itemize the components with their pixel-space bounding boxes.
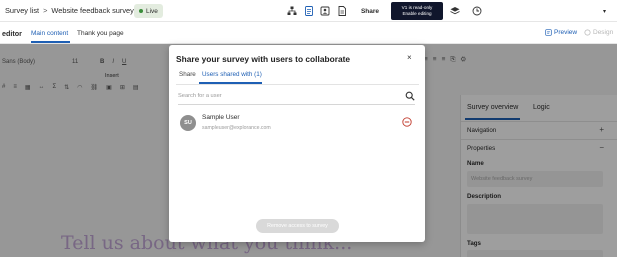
status-badge: Live	[134, 4, 163, 18]
chevron-down-icon[interactable]: ▾	[603, 8, 606, 15]
preview-button[interactable]: Preview	[545, 29, 577, 36]
remove-user-icon[interactable]	[402, 117, 412, 127]
close-icon[interactable]: ×	[407, 53, 412, 62]
design-icon	[584, 29, 591, 36]
design-label: Design	[593, 29, 614, 36]
user-name: Sample User	[202, 114, 240, 121]
status-badge-label: Live	[146, 7, 158, 15]
breadcrumb-survey-name: Website feedback survey	[51, 6, 134, 15]
tab-main-content[interactable]: Main content	[31, 30, 68, 37]
sitemap-icon[interactable]	[286, 5, 298, 17]
share-button[interactable]: Share	[356, 3, 384, 19]
document-alt-icon[interactable]	[336, 5, 348, 17]
preview-icon	[545, 29, 552, 36]
avatar: SU	[180, 115, 196, 131]
live-dot-icon	[139, 9, 143, 13]
people-icon[interactable]	[319, 5, 331, 17]
tab-users-shared-with[interactable]: Users shared with (1)	[202, 71, 262, 78]
share-survey-dialog: Share your survey with users to collabor…	[169, 45, 425, 242]
tab-thank-you-page[interactable]: Thank you page	[77, 30, 124, 37]
breadcrumb: Survey list > Website feedback survey	[5, 6, 134, 15]
remove-access-button[interactable]: Remove access to survey	[256, 219, 339, 233]
history-icon[interactable]	[471, 5, 483, 17]
search-input[interactable]	[178, 91, 388, 99]
editor-tabs-bar: editor Main content Thank you page Previ…	[0, 22, 617, 44]
design-button: Design	[584, 29, 613, 36]
editor-label: editor	[2, 29, 22, 38]
list-item: SU Sample User sampleuser@explorance.com	[178, 111, 416, 135]
top-bar: Survey list > Website feedback survey Live…	[0, 0, 617, 22]
dialog-title: Share your survey with users to collabor…	[176, 54, 351, 64]
document-icon[interactable]	[303, 5, 315, 17]
search-icon[interactable]	[405, 91, 415, 101]
breadcrumb-survey-list[interactable]: Survey list	[5, 6, 39, 15]
preview-label: Preview	[554, 29, 578, 36]
enable-editing-link[interactable]: Enable editing	[402, 11, 431, 17]
active-tab-indicator	[31, 41, 70, 43]
breadcrumb-separator: >	[43, 6, 48, 15]
readonly-notice[interactable]: V1 is read-only Enable editing	[391, 2, 443, 20]
tab-share[interactable]: Share	[179, 71, 196, 78]
user-email: sampleuser@explorance.com	[202, 125, 271, 131]
layers-icon[interactable]	[449, 5, 461, 17]
user-search	[178, 91, 415, 105]
tabs-divider	[176, 84, 419, 85]
